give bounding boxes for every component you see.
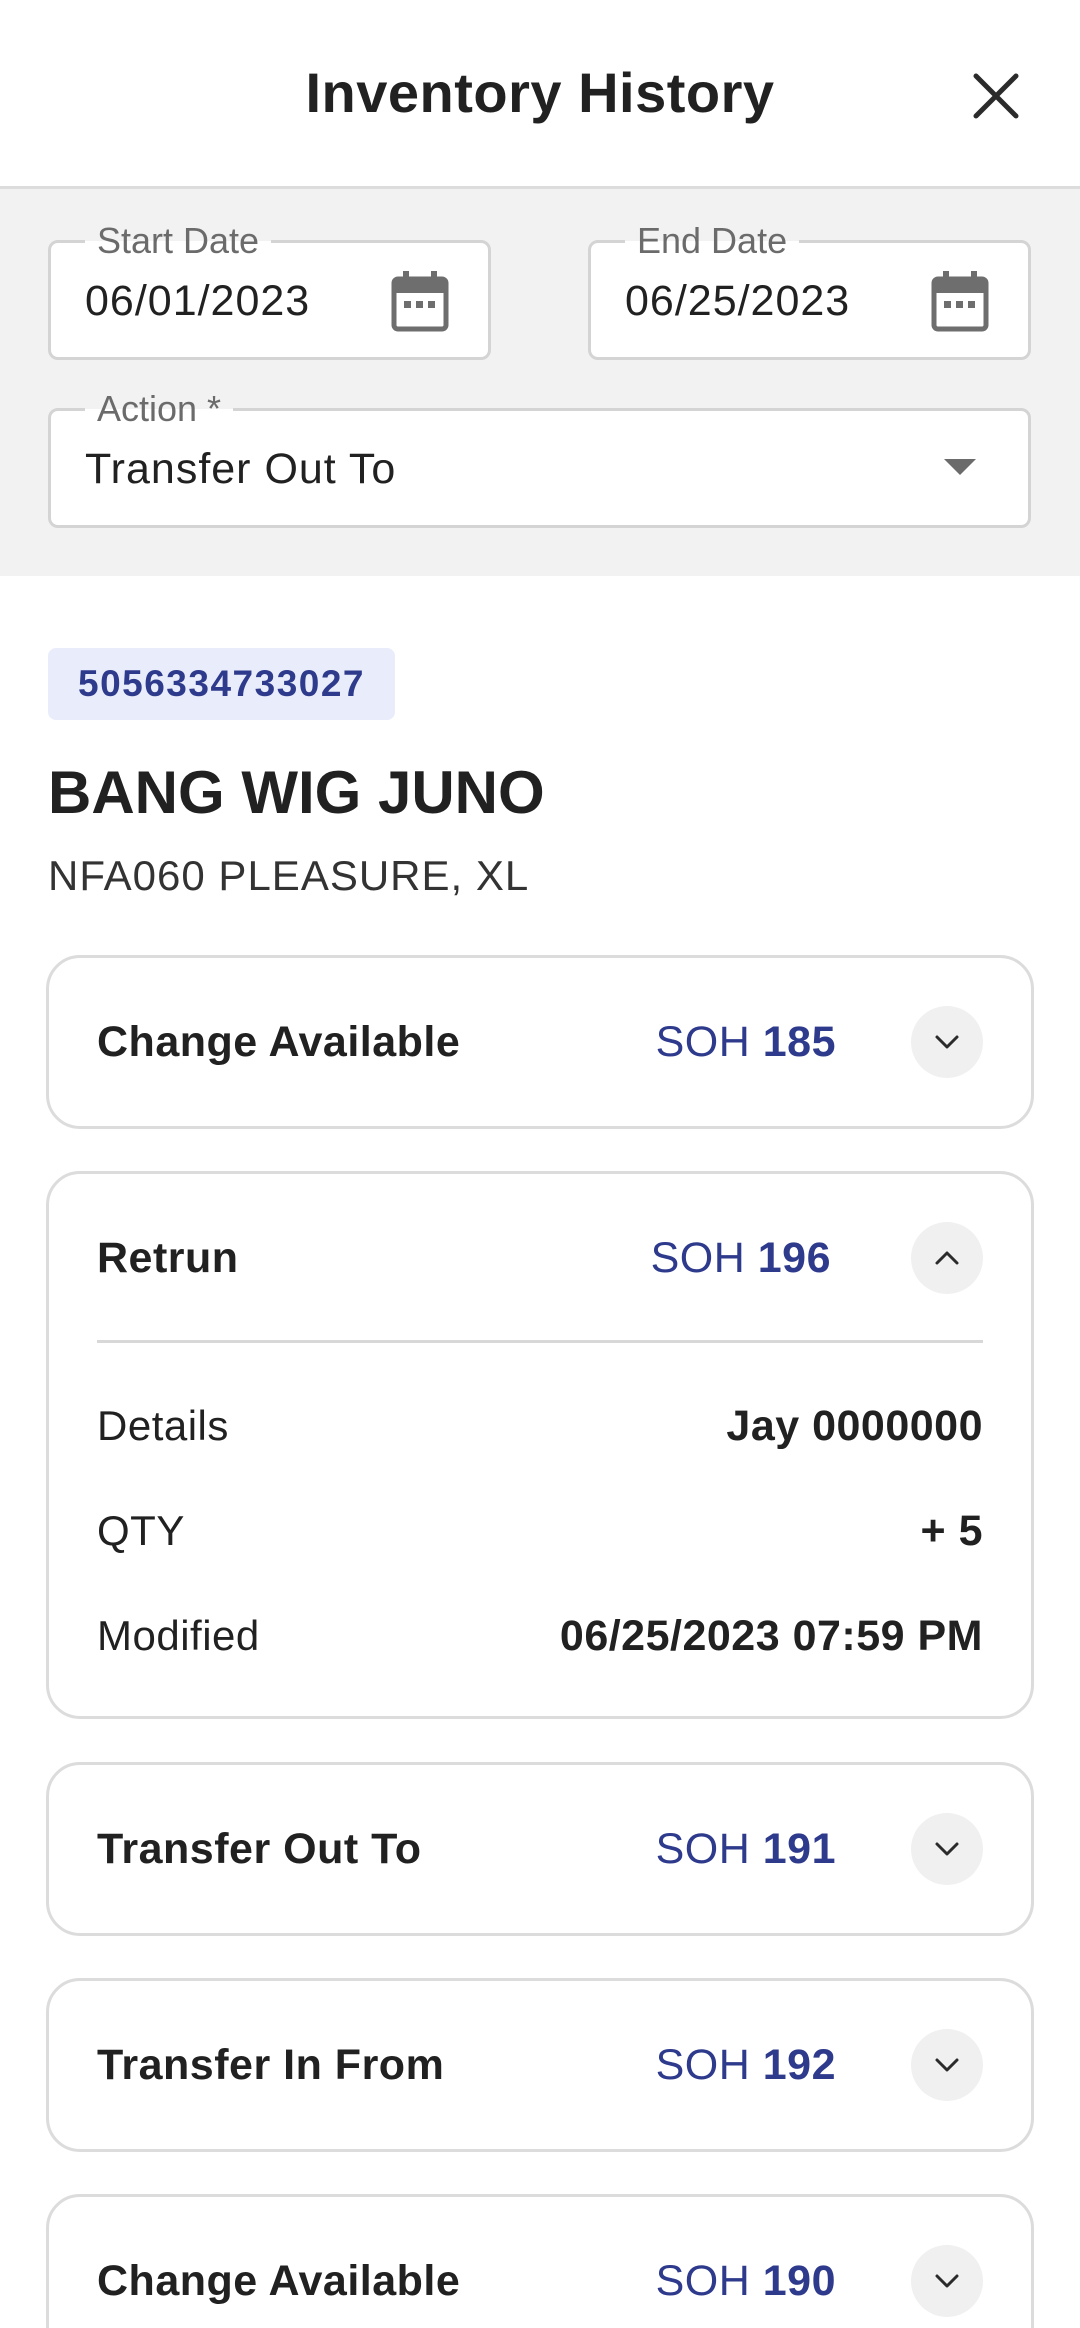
detail-value: 06/25/2023 07:59 PM	[559, 1612, 983, 1660]
detail-row-qty: QTY + 5	[97, 1507, 983, 1567]
history-card-header[interactable]: Transfer Out To SOH 191	[49, 1765, 1031, 1933]
caret-down-icon	[944, 459, 976, 475]
end-date-value: 06/25/2023	[625, 277, 851, 325]
end-date-label: End Date	[625, 219, 800, 263]
history-action-title: Change Available	[97, 1018, 461, 1066]
chevron-down-icon	[935, 2274, 959, 2288]
collapse-button[interactable]	[911, 1222, 983, 1294]
chevron-up-icon	[935, 1251, 959, 1265]
expand-button[interactable]	[911, 1006, 983, 1078]
history-card[interactable]: Transfer Out To SOH 191	[46, 1762, 1034, 1936]
soh-value: SOH 196	[650, 1234, 831, 1282]
filter-panel: Start Date 06/01/2023 - End Date 06/25/2…	[0, 189, 1080, 576]
card-divider	[97, 1340, 983, 1343]
start-date-label: Start Date	[85, 219, 272, 263]
history-card-header[interactable]: Transfer In From SOH 192	[49, 1981, 1031, 2149]
soh-value: SOH 192	[655, 2041, 836, 2089]
soh-value: SOH 185	[655, 1018, 836, 1066]
expand-button[interactable]	[911, 1813, 983, 1885]
close-button[interactable]	[966, 66, 1026, 126]
end-date-field[interactable]: End Date 06/25/2023	[588, 219, 1031, 360]
action-value: Transfer Out To	[85, 445, 397, 493]
expand-button[interactable]	[911, 2029, 983, 2101]
detail-label: QTY	[97, 1507, 185, 1554]
action-label: Action *	[85, 387, 234, 431]
history-action-title: Change Available	[97, 2257, 461, 2305]
detail-row-modified: Modified 06/25/2023 07:59 PM	[97, 1612, 983, 1672]
calendar-icon[interactable]	[930, 269, 990, 333]
calendar-icon[interactable]	[390, 269, 450, 333]
history-card[interactable]: Transfer In From SOH 192	[46, 1978, 1034, 2152]
history-card-header[interactable]: Retrun SOH 196	[49, 1174, 1031, 1342]
detail-label: Details	[97, 1402, 229, 1449]
detail-row-details: Details Jay 0000000	[97, 1402, 983, 1462]
history-card-header[interactable]: Change Available SOH 190	[49, 2197, 1031, 2328]
history-card-expanded[interactable]: Retrun SOH 196 Details Jay 0000000 QTY +…	[46, 1171, 1034, 1719]
history-card[interactable]: Change Available SOH 185	[46, 955, 1034, 1129]
detail-value: Jay 0000000	[726, 1402, 983, 1450]
start-date-value: 06/01/2023	[85, 277, 311, 325]
start-date-field[interactable]: Start Date 06/01/2023	[48, 219, 491, 360]
barcode-badge: 5056334733027	[48, 648, 396, 720]
history-action-title: Retrun	[97, 1234, 239, 1282]
history-action-title: Transfer In From	[97, 2041, 445, 2089]
chevron-down-icon	[935, 1842, 959, 1856]
expand-button[interactable]	[911, 2245, 983, 2317]
history-card[interactable]: Change Available SOH 190	[46, 2194, 1034, 2328]
chevron-down-icon	[935, 1035, 959, 1049]
chevron-down-icon	[935, 2058, 959, 2072]
history-card-header[interactable]: Change Available SOH 185	[49, 958, 1031, 1126]
product-variant: NFA060 PLEASURE, XL	[48, 852, 530, 899]
product-name: BANG WIG JUNO	[48, 759, 545, 826]
soh-value: SOH 191	[655, 1825, 836, 1873]
soh-value: SOH 190	[655, 2257, 836, 2305]
history-action-title: Transfer Out To	[97, 1825, 422, 1873]
header-bar: Inventory History	[0, 0, 1080, 189]
detail-value: + 5	[920, 1507, 983, 1555]
page-title: Inventory History	[305, 61, 775, 124]
detail-label: Modified	[97, 1612, 260, 1659]
action-select[interactable]: Action * Transfer Out To	[48, 387, 1031, 528]
close-icon	[973, 73, 1019, 119]
